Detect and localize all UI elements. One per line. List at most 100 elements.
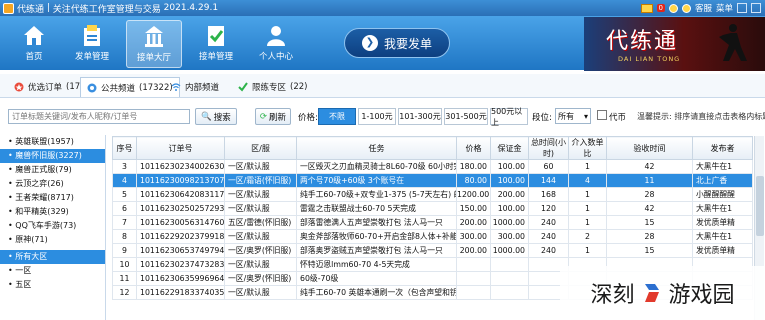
column-header[interactable]: 任务 [296, 136, 457, 160]
table-cell: 240 [528, 215, 569, 230]
game-item[interactable]: • 和平精英(329) [0, 205, 105, 219]
search-icon: 🔍 [201, 111, 212, 122]
nav-send-order-label: 发单管理 [74, 52, 109, 62]
table-cell: 部落奥罗盗贼五声望崇敬打包 法人马一只 [296, 243, 457, 258]
coin-icon[interactable] [668, 3, 678, 13]
table-cell: 300.00 [456, 229, 491, 244]
column-header[interactable]: 订单号 [136, 136, 225, 160]
close-button[interactable] [751, 3, 761, 13]
refresh-button-label: 刷新 [269, 112, 287, 123]
watermark-logo-icon [644, 284, 659, 302]
chevron-down-icon: ▾ [583, 111, 588, 121]
game-item[interactable]: • 云顶之弈(26) [0, 177, 105, 191]
table-row[interactable]: 510116230642083117795一区/默认服纯手工60-70级+双专业… [112, 187, 753, 202]
table-cell: 大黑牛在1 [692, 201, 753, 216]
table-cell [456, 285, 491, 300]
table-cell: 1200.00 [456, 187, 491, 202]
watermark-text: 深刻 [590, 283, 635, 308]
token-checkbox[interactable] [597, 110, 607, 120]
game-item[interactable]: • 魔兽怀旧服(3227) [0, 149, 105, 163]
search-button[interactable]: 🔍 搜索 [195, 108, 237, 125]
table-cell: 42 [606, 201, 693, 216]
nav-home[interactable]: 首页 [6, 20, 62, 68]
region-item[interactable]: • 五区 [0, 278, 105, 292]
game-item[interactable]: • 原神(71) [0, 233, 105, 247]
table-cell: 10116230635996964045 [136, 271, 225, 286]
table-cell: 100.00 [490, 201, 529, 216]
table-cell: 6 [112, 201, 137, 216]
table-cell: 一区/默认服 [224, 229, 297, 244]
price-label: 价格: [298, 113, 318, 123]
brand-logo-subtitle: DAI LIAN TONG [618, 55, 681, 63]
token-checkbox-label: 代币 [609, 113, 627, 123]
column-header[interactable]: 区/服 [224, 136, 297, 160]
table-row[interactable]: 310116230234002630338一区/默认服一区毁灭之刃血精灵骑士8L… [112, 159, 753, 174]
table-row[interactable]: 610116230250257293953一区/默认服雷霆之击联盟战士60-70… [112, 201, 753, 216]
table-cell: 雷霆之击联盟战士60-70 5天完成 [296, 201, 457, 216]
mail-icon[interactable] [640, 3, 653, 13]
table-row[interactable]: 410116230098213707320一区/霜语(怀旧服)两个号70级+60… [112, 173, 753, 188]
table-cell: 240 [528, 243, 569, 258]
column-header[interactable]: 验收时间 [606, 136, 693, 160]
tab-preferred-orders[interactable]: 优选订单 (17) [8, 77, 89, 97]
scrollbar-thumb[interactable] [756, 176, 764, 236]
table-row[interactable]: 710116230056314760800五区/雷德(怀旧服)部落雷德满人五声望… [112, 215, 753, 230]
table-cell [490, 285, 529, 300]
game-item[interactable]: • 魔兽正式服(79) [0, 163, 105, 177]
app-slogan: 关注代练工作室管理与交易 [52, 4, 161, 15]
brand-logo-title: 代练通 [606, 29, 679, 54]
table-cell: 1000.00 [490, 215, 529, 230]
service-button[interactable]: 客服 [695, 2, 712, 14]
table-cell: 纯手工60-70级+双专业1-375 (5-7天左右) 邮箱，珠宝 [296, 187, 457, 202]
column-header[interactable]: 总时间(小时) [528, 136, 569, 160]
table-cell [490, 271, 529, 286]
table-cell: 12 [112, 285, 137, 300]
nav-user-center[interactable]: 个人中心 [248, 20, 304, 68]
column-header[interactable]: 序号 [112, 136, 137, 160]
minimize-button[interactable] [737, 3, 747, 13]
nav-send-order[interactable]: 发单管理 [64, 20, 120, 68]
table-row[interactable]: 810116229202379918164一区/默认服奥金斧部落牧师60-70+… [112, 229, 753, 244]
refresh-button[interactable]: ⟳ 刷新 [255, 108, 291, 125]
region-item[interactable]: • 所有大区 [0, 250, 105, 264]
column-header[interactable]: 价格 [456, 136, 491, 160]
table-cell: 28 [606, 229, 693, 244]
price-option-any[interactable]: 不限 [318, 108, 356, 125]
tab-restricted-zone[interactable]: 限练专区 (22) [232, 77, 313, 97]
public-channel-icon [87, 83, 97, 92]
price-option-101-300[interactable]: 101-300元 [398, 108, 442, 125]
nav-accept-manage-label: 接单管理 [198, 52, 233, 62]
game-item[interactable]: • 王者荣耀(8717) [0, 191, 105, 205]
post-order-label: 我要发单 [383, 36, 432, 51]
tab-internal-channel[interactable]: 内部频道 [165, 77, 225, 97]
post-order-button[interactable]: ❯ 我要发单 [344, 28, 450, 58]
table-cell: 15 [606, 215, 693, 230]
price-option-301-500[interactable]: 301-500元 [444, 108, 488, 125]
nav-order-hall[interactable]: 接单大厅 [126, 20, 182, 68]
table-cell: 28 [606, 187, 693, 202]
mail-badge: 0 [656, 4, 665, 12]
column-header[interactable]: 介入数单比 [568, 136, 607, 160]
rank-select[interactable]: 所有 ▾ [555, 108, 591, 124]
menu-button[interactable]: 菜单 [716, 2, 733, 14]
title-bar-controls: 0 客服 菜单 [640, 0, 761, 16]
refresh-icon: ⟳ [259, 111, 268, 122]
game-item[interactable]: • QQ飞车手游(73) [0, 219, 105, 233]
column-header[interactable]: 保证金 [490, 136, 529, 160]
nav-order-hall-label: 接单大厅 [136, 53, 171, 63]
table-cell: 10116230642083117795 [136, 187, 225, 202]
tab-preferred-orders-label: 优选订单 [28, 83, 63, 93]
game-item[interactable]: • 英雄联盟(1957) [0, 135, 105, 149]
nav-accept-manage[interactable]: 接单管理 [188, 20, 244, 68]
search-input[interactable] [8, 109, 190, 124]
table-cell: 200.00 [490, 187, 529, 202]
price-option-500-plus[interactable]: 500元以上 [490, 107, 528, 127]
table-cell: 怀特迈恩lmm60-70 4-5天完成 [296, 257, 457, 272]
check-icon [238, 82, 248, 92]
price-option-1-100[interactable]: 1-100元 [358, 108, 396, 125]
region-item[interactable]: • 一区 [0, 264, 105, 278]
table-row[interactable]: 910116230653749794345一区/奥罗(怀旧服)部落奥罗盗贼五声望… [112, 243, 753, 258]
wifi-icon [171, 83, 181, 91]
table-cell: 五区/雷德(怀旧服) [224, 215, 297, 230]
column-header[interactable]: 发布者 [692, 136, 753, 160]
